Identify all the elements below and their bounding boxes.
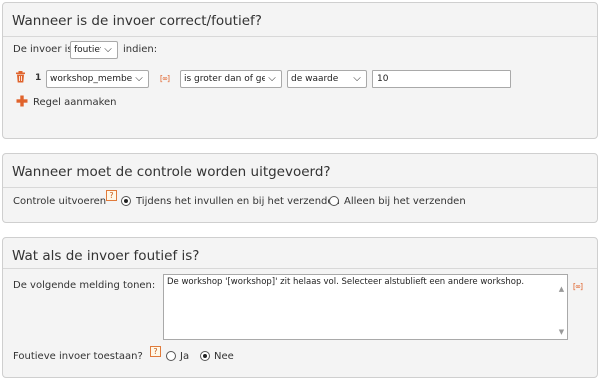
compare-select-value: de waarde: [291, 74, 339, 84]
operator-select[interactable]: is groter dan of gelijk a ⌵: [180, 70, 282, 88]
compare-select[interactable]: de waarde ⌵: [287, 70, 367, 88]
trash-icon[interactable]: [15, 71, 26, 83]
help-icon[interactable]: ?: [106, 190, 117, 201]
chevron-down-icon: ⌵: [353, 73, 361, 84]
execute-label: Controle uitvoeren: [13, 196, 107, 207]
scroll-down-icon[interactable]: ▼: [557, 328, 566, 336]
message-label: De volgende melding tonen:: [13, 280, 156, 291]
prefix-label: De invoer is: [13, 44, 73, 55]
divider: [3, 36, 597, 37]
radio-during-and-submit[interactable]: [121, 196, 131, 206]
radio-submit-only-label[interactable]: Alleen bij het verzenden: [344, 196, 466, 207]
add-rule-link[interactable]: Regel aanmaken: [33, 97, 117, 108]
field-select-value: workshop_members: [50, 74, 132, 84]
state-select[interactable]: foutief ⌵: [70, 41, 118, 59]
condition-panel: Wanneer is de invoer correct/foutief? De…: [2, 2, 598, 139]
state-select-value: foutief: [74, 45, 101, 55]
error-panel: Wat als de invoer foutief is? De volgend…: [2, 237, 598, 378]
error-message-textarea[interactable]: De workshop '[workshop]' zit helaas vol.…: [163, 274, 568, 340]
chevron-down-icon: ⌵: [268, 73, 276, 84]
radio-no[interactable]: [200, 351, 210, 361]
radio-yes[interactable]: [166, 351, 176, 361]
radio-submit-only[interactable]: [329, 196, 339, 206]
section-title: Wanneer is de invoer correct/foutief?: [12, 13, 262, 29]
plus-icon[interactable]: [16, 95, 28, 107]
scroll-up-icon[interactable]: ▲: [557, 285, 566, 293]
rule-number: 1: [35, 73, 42, 83]
operator-select-value: is groter dan of gelijk a: [184, 74, 265, 84]
help-icon[interactable]: ?: [150, 346, 161, 357]
execution-panel: Wanneer moet de controle worden uitgevoe…: [2, 153, 598, 223]
chevron-down-icon: ⌵: [104, 44, 112, 55]
allow-invalid-label: Foutieve invoer toestaan?: [13, 351, 143, 362]
section-title: Wanneer moet de controle worden uitgevoe…: [12, 164, 331, 180]
radio-no-label[interactable]: Nee: [214, 351, 234, 362]
divider: [3, 268, 597, 269]
field-select[interactable]: workshop_members ⌵: [46, 70, 149, 88]
variable-insert-icon[interactable]: [∞]: [158, 73, 171, 84]
chevron-down-icon: ⌵: [135, 73, 143, 84]
suffix-label: indien:: [123, 44, 158, 55]
variable-insert-icon[interactable]: [∞]: [571, 281, 584, 292]
divider: [3, 187, 597, 188]
section-title: Wat als de invoer foutief is?: [12, 248, 200, 264]
radio-yes-label[interactable]: Ja: [180, 351, 189, 362]
value-input[interactable]: 10: [372, 70, 511, 88]
error-message-text: De workshop '[workshop]' zit helaas vol.…: [167, 277, 525, 287]
radio-during-and-submit-label[interactable]: Tijdens het invullen en bij het verzende…: [136, 196, 340, 207]
